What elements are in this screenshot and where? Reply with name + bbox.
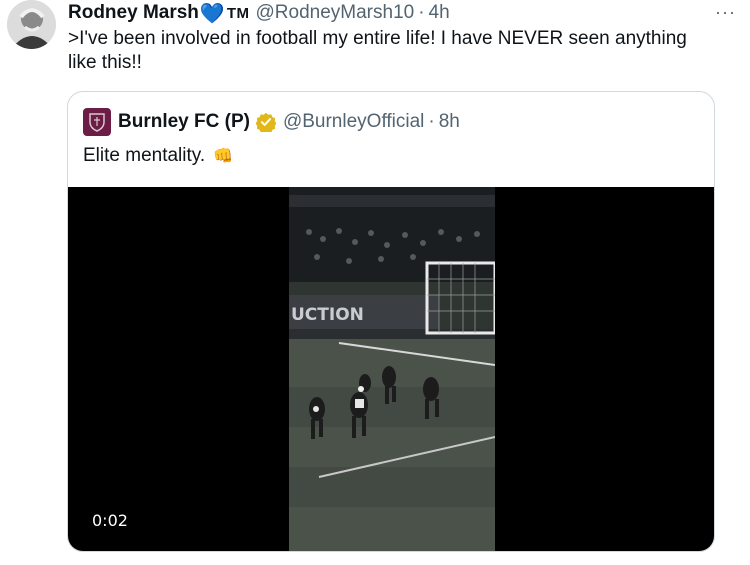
- video-timestamp: 0:02: [92, 511, 128, 530]
- trademark-badge: TM: [226, 4, 250, 22]
- quoted-tweet-time[interactable]: 8h: [439, 111, 460, 133]
- tweet-text: >I've been involved in football my entir…: [68, 28, 687, 73]
- crest-icon: [89, 113, 105, 132]
- fist-bump-emoji-icon: 👊: [213, 148, 234, 165]
- svg-text:UCTION: UCTION: [291, 305, 364, 325]
- separator-dot: ·: [418, 2, 425, 23]
- author-handle[interactable]: @RodneyMarsh10: [256, 2, 415, 24]
- tweet-header: Rodney Marsh 💙 TM @RodneyMarsh10 · 4h: [68, 1, 450, 25]
- quoted-author-name[interactable]: Burnley FC (P): [118, 111, 250, 133]
- video-frame: UCTION: [289, 187, 495, 551]
- more-options-icon[interactable]: ···: [715, 2, 736, 23]
- quoted-tweet-card[interactable]: Burnley FC (P) @BurnleyOfficial · 8h Eli…: [67, 91, 715, 552]
- avatar-photo: [7, 0, 56, 49]
- quoted-tweet-text-row: Elite mentality. 👊: [83, 143, 233, 170]
- verified-gold-badge-icon: [255, 112, 276, 132]
- video-player[interactable]: UCTION 0:02: [68, 187, 714, 551]
- tweet-time[interactable]: 4h: [429, 2, 450, 24]
- burnley-crest-avatar[interactable]: [83, 108, 111, 136]
- avatar[interactable]: [7, 0, 56, 49]
- separator-dot: ·: [428, 111, 435, 132]
- quoted-tweet-text: Elite mentality.: [83, 145, 206, 166]
- quoted-author-handle[interactable]: @BurnleyOfficial: [283, 111, 424, 133]
- blue-heart-icon: 💙: [199, 2, 225, 25]
- football-match-scene: UCTION: [289, 187, 495, 551]
- author-name[interactable]: Rodney Marsh: [68, 2, 199, 24]
- quoted-tweet-header: Burnley FC (P) @BurnleyOfficial · 8h: [83, 108, 460, 136]
